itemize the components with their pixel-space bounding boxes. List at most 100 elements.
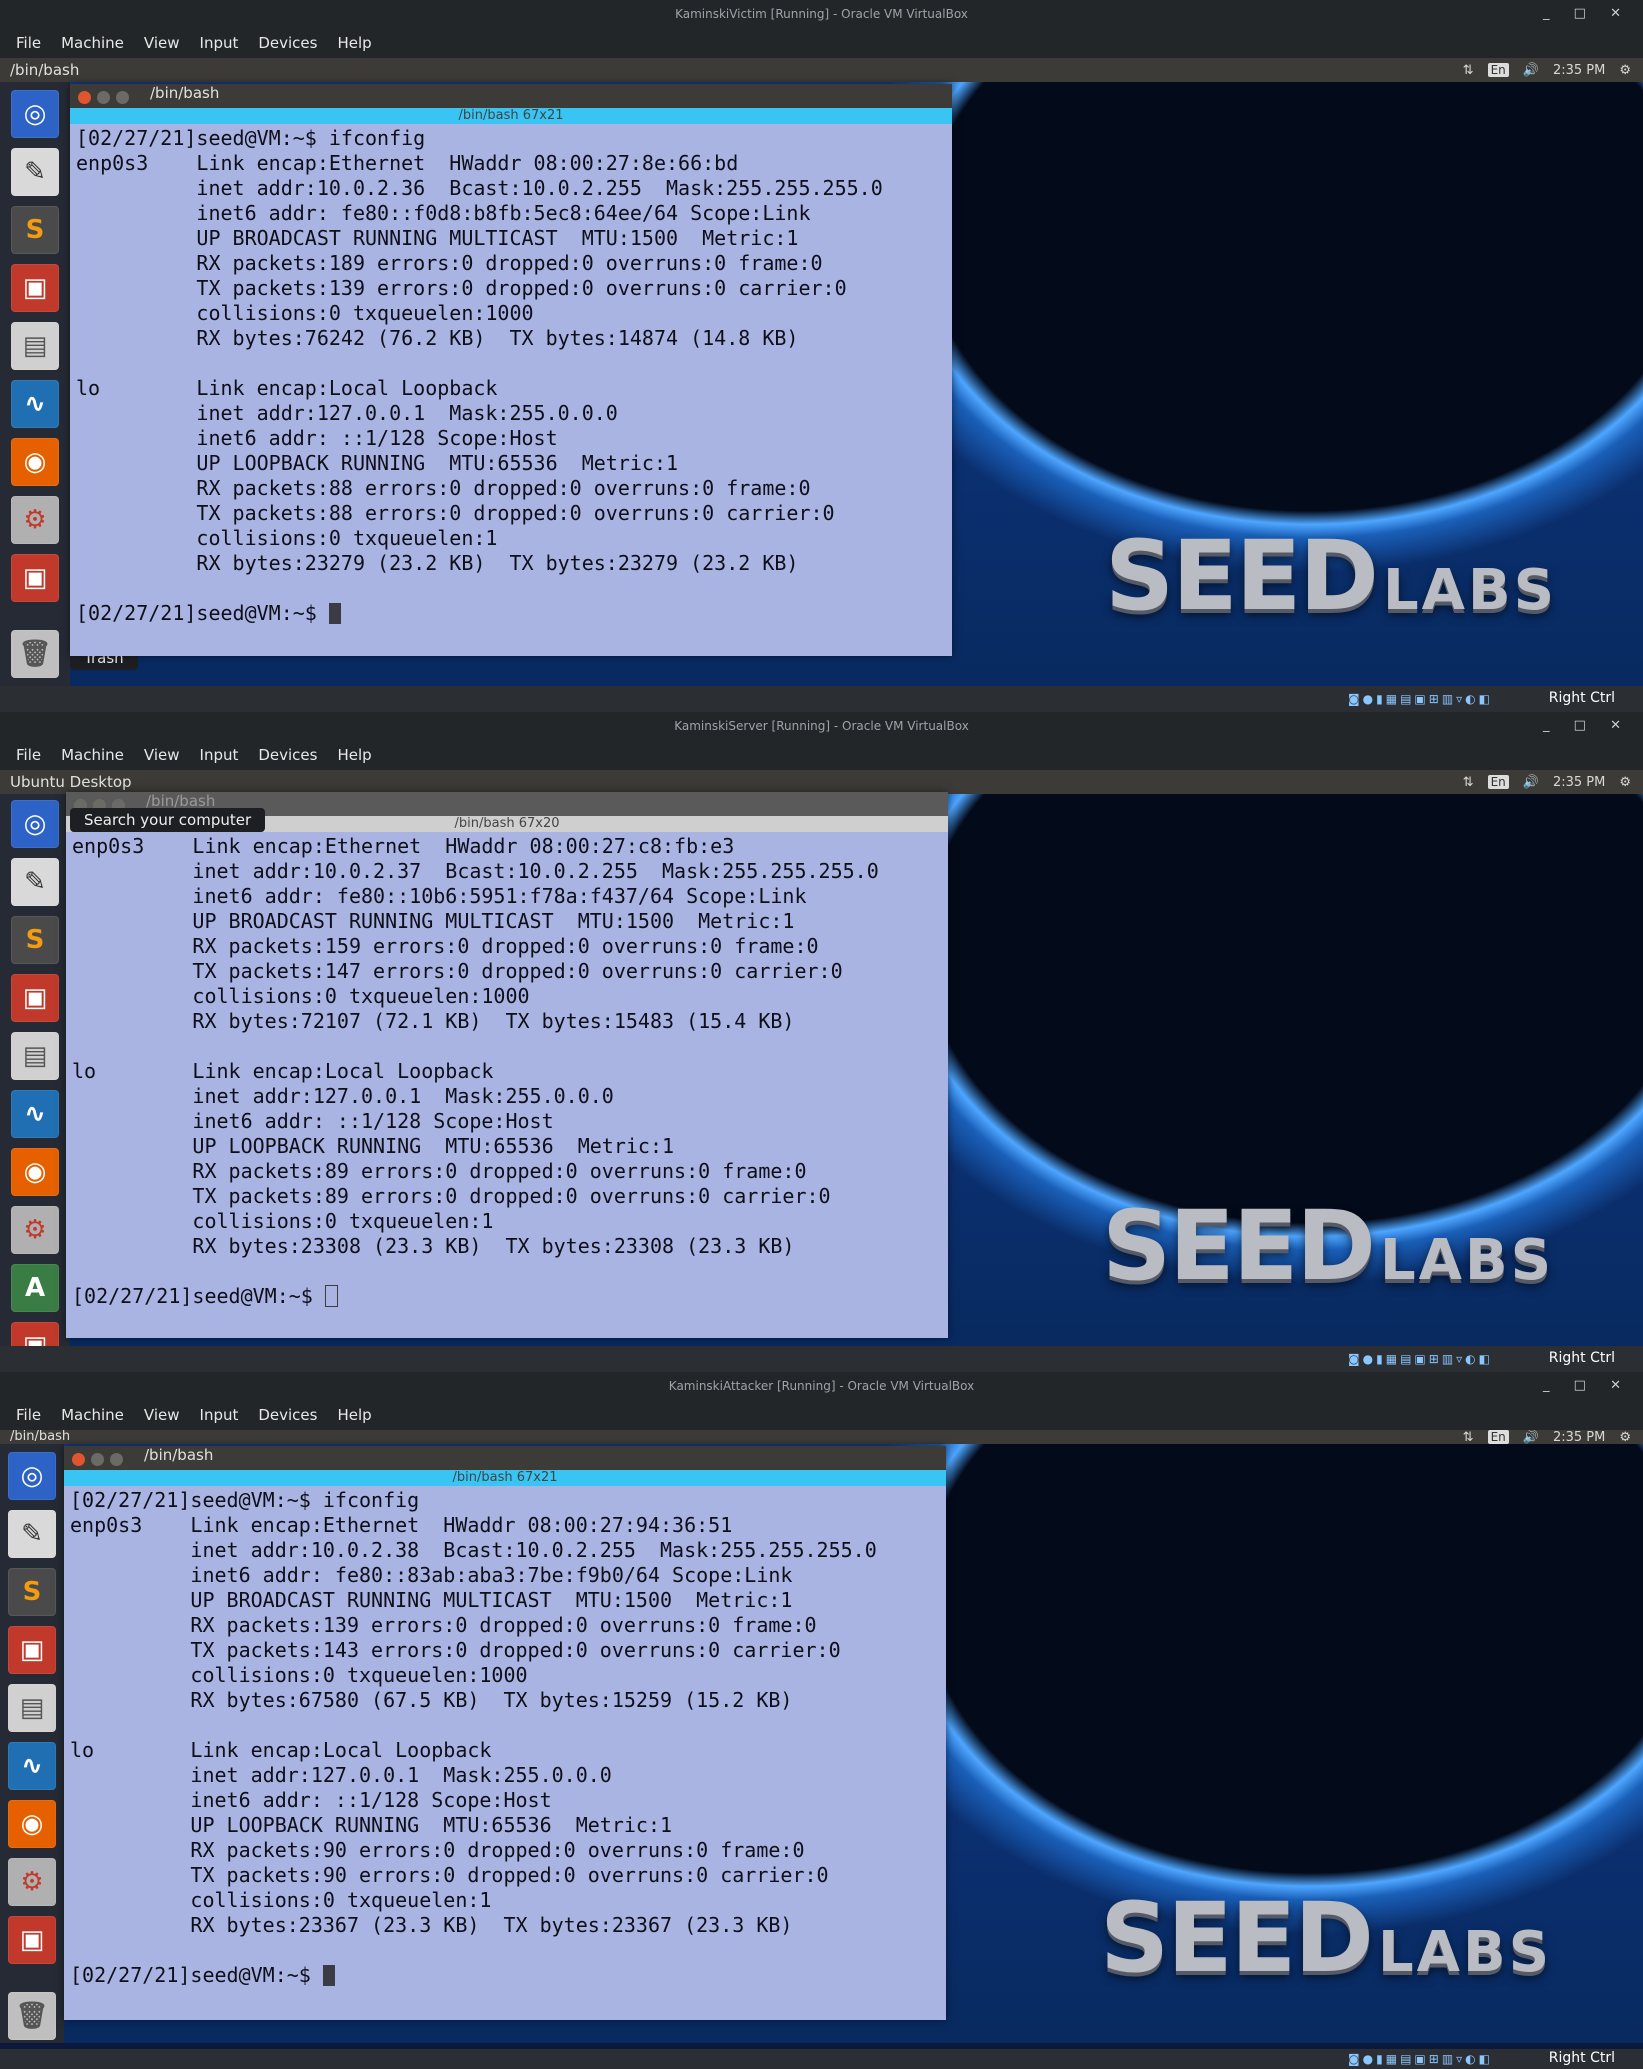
terminal-tab[interactable]: /bin/bash 67x21 <box>64 1470 946 1486</box>
sublime-text-icon[interactable]: S <box>11 916 59 964</box>
menu-help[interactable]: Help <box>327 1400 381 1430</box>
menu-devices[interactable]: Devices <box>248 740 327 770</box>
settings-icon[interactable]: ⚙ <box>8 1858 56 1906</box>
menu-machine[interactable]: Machine <box>51 740 134 770</box>
wireshark-icon[interactable]: ∿ <box>11 380 59 428</box>
launcher-tooltip: Search your computer <box>70 808 266 832</box>
menu-file[interactable]: File <box>0 740 51 770</box>
menu-help[interactable]: Help <box>327 740 381 770</box>
maximize-button[interactable] <box>110 1453 123 1466</box>
terminal-line: inet6 addr: ::1/128 Scope:Host <box>196 426 558 450</box>
volume-icon[interactable]: 🔊 <box>1523 63 1539 78</box>
terminal-output[interactable]: [02/27/21]seed@VM:~$ ifconfig enp0s3 Lin… <box>76 126 946 656</box>
panel-title: Ubuntu Desktop <box>10 773 132 791</box>
window-controls[interactable]: _ □ ✕ <box>1543 712 1631 740</box>
maximize-button[interactable] <box>116 91 129 104</box>
terminal-line: RX packets:139 errors:0 dropped:0 overru… <box>190 1613 817 1637</box>
firefox-icon[interactable]: ◉ <box>11 438 59 486</box>
menu-view[interactable]: View <box>134 740 190 770</box>
settings-icon[interactable]: ⚙ <box>11 496 59 544</box>
menu-file[interactable]: File <box>0 1400 51 1430</box>
vbox-menubar: File Machine View Input Devices Help <box>0 28 1643 58</box>
terminal-line: RX bytes:23308 (23.3 KB) TX bytes:23308 … <box>192 1234 795 1258</box>
clock[interactable]: 2:35 PM <box>1553 1430 1605 1445</box>
sublime-text-icon[interactable]: S <box>8 1568 56 1616</box>
terminal-window[interactable]: /bin/bash /bin/bash 67x21 [02/27/21]seed… <box>70 84 952 656</box>
clock[interactable]: 2:35 PM <box>1553 63 1605 78</box>
minimize-button[interactable] <box>91 1453 104 1466</box>
menu-input[interactable]: Input <box>190 1400 249 1430</box>
terminal-titlebar[interactable]: /bin/bash <box>70 84 952 108</box>
file-manager-icon[interactable]: ▤ <box>11 1032 59 1080</box>
wireshark-icon[interactable]: ∿ <box>8 1742 56 1790</box>
trash-icon[interactable]: 🗑 <box>11 630 59 678</box>
gear-icon[interactable]: ⚙ <box>1619 775 1631 790</box>
terminal-line: lo Link encap:Local Loopback <box>72 1059 494 1083</box>
file-manager-icon[interactable]: ▤ <box>8 1684 56 1732</box>
wireshark-icon[interactable]: ∿ <box>11 1090 59 1138</box>
terminal-output[interactable]: [02/27/21]seed@VM:~$ ifconfig enp0s3 Lin… <box>70 1488 940 2020</box>
seedlabs-logo: SEED LABS <box>1102 1190 1555 1302</box>
terminal-line: UP LOOPBACK RUNNING MTU:65536 Metric:1 <box>192 1134 675 1158</box>
clock[interactable]: 2:35 PM <box>1553 775 1605 790</box>
volume-icon[interactable]: 🔊 <box>1523 1430 1539 1445</box>
software-updater-icon[interactable]: A <box>11 1264 59 1312</box>
panel-indicators[interactable]: ⇅ En 🔊 2:35 PM ⚙ <box>1449 770 1631 795</box>
menu-machine[interactable]: Machine <box>51 1400 134 1430</box>
network-icon[interactable]: ⇅ <box>1463 775 1474 790</box>
dash-icon[interactable]: ◎ <box>11 90 59 138</box>
menu-file[interactable]: File <box>0 28 51 58</box>
menu-view[interactable]: View <box>134 1400 190 1430</box>
text-editor-icon[interactable]: ✎ <box>8 1510 56 1558</box>
minimize-button[interactable] <box>97 91 110 104</box>
terminal-line: RX packets:189 errors:0 dropped:0 overru… <box>196 251 823 275</box>
menu-devices[interactable]: Devices <box>248 28 327 58</box>
panel-indicators[interactable]: ⇅ En 🔊 2:35 PM ⚙ <box>1449 58 1631 83</box>
terminal-line: TX packets:143 errors:0 dropped:0 overru… <box>190 1638 841 1662</box>
text-editor-icon[interactable]: ✎ <box>11 858 59 906</box>
network-icon[interactable]: ⇅ <box>1463 63 1474 78</box>
terminal-tab[interactable]: /bin/bash 67x21 <box>70 108 952 124</box>
trash-icon[interactable]: 🗑 <box>8 1992 56 2040</box>
sublime-text-icon[interactable]: S <box>11 206 59 254</box>
dash-icon[interactable]: ◎ <box>8 1452 56 1500</box>
gear-icon[interactable]: ⚙ <box>1619 1430 1631 1445</box>
device-status-icons[interactable]: ◙●▮▦▤▣⊞▥▿◐◧ <box>1348 692 1493 706</box>
keyboard-layout-indicator[interactable]: En <box>1487 775 1509 789</box>
firefox-icon[interactable]: ◉ <box>11 1148 59 1196</box>
menu-input[interactable]: Input <box>190 740 249 770</box>
gear-icon[interactable]: ⚙ <box>1619 63 1631 78</box>
keyboard-layout-indicator[interactable]: En <box>1487 1430 1509 1444</box>
menu-view[interactable]: View <box>134 28 190 58</box>
dash-icon[interactable]: ◎ <box>11 800 59 848</box>
terminal-window[interactable]: /bin/bash /bin/bash 67x21 [02/27/21]seed… <box>64 1446 946 2020</box>
terminal-icon[interactable]: ▣ <box>11 554 59 602</box>
settings-icon[interactable]: ⚙ <box>11 1206 59 1254</box>
terminal-icon[interactable]: ▣ <box>11 974 59 1022</box>
device-status-icons[interactable]: ◙●▮▦▤▣⊞▥▿◐◧ <box>1348 2052 1493 2066</box>
keyboard-layout-indicator[interactable]: En <box>1487 63 1509 77</box>
terminal-icon[interactable]: ▣ <box>8 1916 56 1964</box>
close-button[interactable] <box>72 1453 85 1466</box>
window-controls[interactable]: _ □ ✕ <box>1543 0 1631 28</box>
menu-help[interactable]: Help <box>327 28 381 58</box>
terminal-output[interactable]: enp0s3 Link encap:Ethernet HWaddr 08:00:… <box>72 834 942 1338</box>
menu-devices[interactable]: Devices <box>248 1400 327 1430</box>
network-icon[interactable]: ⇅ <box>1463 1430 1474 1445</box>
volume-icon[interactable]: 🔊 <box>1523 775 1539 790</box>
device-status-icons[interactable]: ◙●▮▦▤▣⊞▥▿◐◧ <box>1348 1352 1493 1366</box>
terminal-window[interactable]: /bin/bash /bin/bash 67x20 enp0s3 Link en… <box>66 792 948 1338</box>
firefox-icon[interactable]: ◉ <box>8 1800 56 1848</box>
terminal-icon[interactable]: ▣ <box>11 264 59 312</box>
text-editor-icon[interactable]: ✎ <box>11 148 59 196</box>
close-button[interactable] <box>78 91 91 104</box>
terminal-line: inet6 addr: ::1/128 Scope:Host <box>190 1788 552 1812</box>
file-manager-icon[interactable]: ▤ <box>11 322 59 370</box>
terminal-icon[interactable]: ▣ <box>8 1626 56 1674</box>
window-controls[interactable]: _ □ ✕ <box>1543 1372 1631 1400</box>
menu-input[interactable]: Input <box>190 28 249 58</box>
panel-indicators[interactable]: ⇅ En 🔊 2:35 PM ⚙ <box>1449 1430 1631 1444</box>
panel-title: /bin/bash <box>10 61 80 79</box>
terminal-titlebar[interactable]: /bin/bash <box>64 1446 946 1470</box>
menu-machine[interactable]: Machine <box>51 28 134 58</box>
